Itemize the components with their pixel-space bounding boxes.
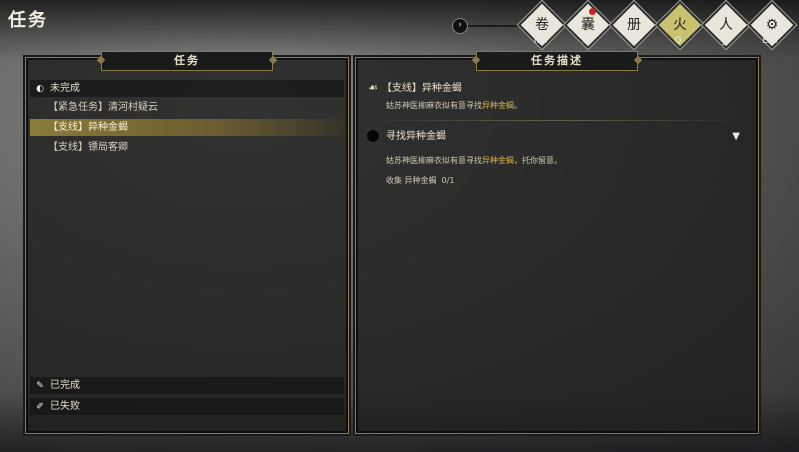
hotkey-label-j: J	[722, 36, 726, 46]
quest-intro-text: 姑苏神医柳麻衣似有意寻找	[386, 101, 482, 110]
category-completed-label: 已完成	[50, 380, 80, 391]
hotkey-label-tab: Tab	[532, 36, 548, 46]
quest-item-selected[interactable]: 【支线】异种金蝎	[30, 119, 344, 136]
category-incomplete-label: 未完成	[50, 83, 80, 94]
collect-count: 0/1	[441, 176, 455, 185]
quest-intro: 姑苏神医柳麻衣似有意寻找异种金蝎。	[386, 100, 522, 111]
objective-dot-icon	[366, 129, 380, 143]
divider	[366, 120, 748, 121]
category-incomplete[interactable]: ◐ 未完成	[30, 80, 344, 97]
quest-title: ☙ 【支线】异种金蝎	[368, 79, 462, 94]
hotkey-label-b: B	[582, 36, 590, 46]
notification-dot	[589, 8, 596, 15]
hotkey-label-q: Q	[674, 36, 682, 46]
objective-row[interactable]: 寻找异种金蝎 ▼	[366, 128, 748, 146]
quest-intro-highlight: 异种金蝎	[482, 101, 514, 110]
objective-desc-suffix: ，托你留意。	[514, 156, 562, 165]
quest-description-panel: 任务描述 ☙ 【支线】异种金蝎 姑苏神医柳麻衣似有意寻找异种金蝎。 寻找异种金蝎 …	[355, 51, 759, 434]
incomplete-icon: ◐	[36, 84, 44, 94]
failed-icon: ✐	[36, 402, 44, 412]
quest-scroll-icon: ☙	[368, 81, 378, 94]
hotkey-label-v: V	[628, 36, 636, 46]
quest-description-header: 任务描述	[476, 51, 638, 71]
collect-progress: 收集 异种金蝎 0/1	[386, 175, 455, 186]
category-completed[interactable]: ✎ 已完成	[30, 377, 344, 394]
quest-list-header: 任务	[101, 51, 273, 71]
category-failed[interactable]: ✐ 已失败	[30, 398, 344, 415]
quest-item-escort[interactable]: 【支线】镖局客卿	[30, 139, 344, 156]
page-title: 任务	[8, 10, 48, 31]
collect-label: 收集 异种金蝎	[386, 176, 437, 185]
objective-desc-text: 姑苏神医柳麻衣似有意寻找	[386, 156, 482, 165]
objective-description: 姑苏神医柳麻衣似有意寻找异种金蝎，托你留意。	[386, 155, 562, 166]
hotkey-label-esc: Esc	[762, 36, 778, 46]
completed-icon: ✎	[36, 381, 44, 391]
quest-title-text: 【支线】异种金蝎	[381, 83, 462, 94]
quest-list-panel: 任务 ◐ 未完成 【紧急任务】清河村疑云 【支线】异种金蝎 【支线】镖局客卿 ✎ 已…	[25, 51, 349, 434]
chevron-down-icon[interactable]: ▼	[732, 128, 740, 146]
quest-item-urgent[interactable]: 【紧急任务】清河村疑云	[30, 99, 344, 116]
objective-title: 寻找异种金蝎	[386, 131, 446, 142]
objective-desc-highlight: 异种金蝎	[482, 156, 514, 165]
category-failed-label: 已失败	[50, 401, 80, 412]
quest-intro-suffix: 。	[514, 101, 522, 110]
hotbar-expand-icon[interactable]: ›	[452, 18, 468, 34]
